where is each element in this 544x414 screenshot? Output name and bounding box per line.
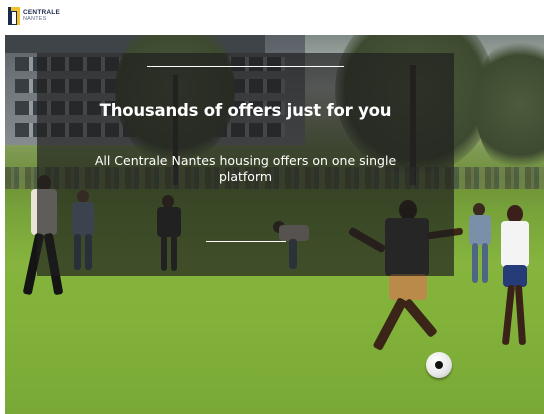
logo-line-1: CENTRALE — [23, 9, 60, 16]
logo-line-2: NANTES — [23, 16, 47, 22]
site-header: CENTRALE NANTES — [0, 0, 544, 32]
centrale-nantes-logo-icon — [8, 7, 20, 25]
hero-subtitle: All Centrale Nantes housing offers on on… — [94, 153, 397, 184]
divider-bottom — [206, 241, 286, 242]
centrale-nantes-logo[interactable]: CENTRALE NANTES — [8, 7, 60, 25]
hero-title: Thousands of offers just for you — [99, 101, 392, 120]
divider-top — [147, 66, 344, 67]
logo-wordmark: CENTRALE NANTES — [23, 9, 60, 23]
hero-overlay-panel: Thousands of offers just for you All Cen… — [37, 53, 454, 276]
soccer-ball — [426, 352, 452, 378]
hero-banner: Thousands of offers just for you All Cen… — [5, 35, 544, 414]
